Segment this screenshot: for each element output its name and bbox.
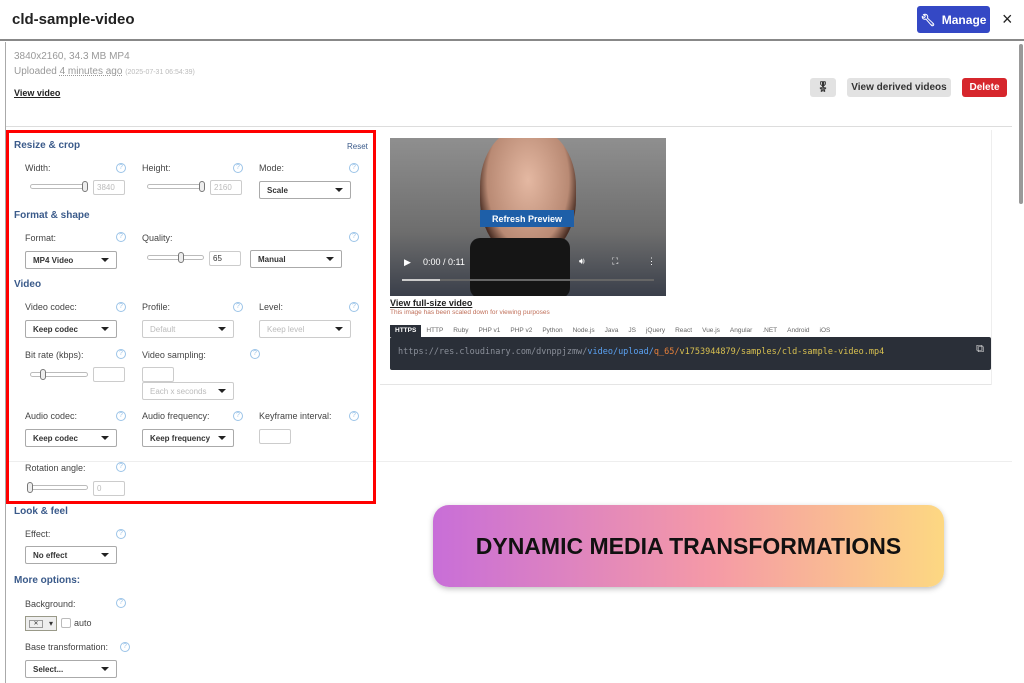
asset-dimensions: 3840x2160, 34.3 MB MP4 <box>14 51 130 62</box>
video-player[interactable]: Refresh Preview ▶ 0:00 / 0:11 🔊︎ ⛶ ⋮ <box>390 138 666 296</box>
divider <box>6 126 1012 127</box>
tab-js[interactable]: JS <box>623 325 641 337</box>
promo-banner: DYNAMIC MEDIA TRANSFORMATIONS <box>433 505 944 587</box>
uploaded-timestamp: (2025-07-31 06:54:39) <box>125 69 195 76</box>
dropdown-arrow-icon: ▾ <box>48 619 53 628</box>
video-frame-camera <box>470 238 570 296</box>
auto-label: auto <box>74 618 92 628</box>
fullscreen-icon[interactable]: ⛶ <box>612 256 618 267</box>
view-full-size-link[interactable]: View full-size video <box>390 298 472 308</box>
url-public-id: v1753944879/samples/cld-sample-video.mp4 <box>679 347 885 357</box>
scrollbar[interactable] <box>1019 44 1023 204</box>
highlight-box <box>6 130 376 504</box>
uploaded-relative: 4 minutes ago <box>59 66 123 77</box>
tab-nodejs[interactable]: Node.js <box>568 325 600 337</box>
effect-value: No effect <box>33 550 68 560</box>
url-path: video/upload/ <box>587 347 654 357</box>
tab-phpv1[interactable]: PHP v1 <box>473 325 505 337</box>
header-bar <box>0 0 1024 41</box>
base-transformation-label: Base transformation: <box>25 642 109 652</box>
tab-android[interactable]: Android <box>782 325 814 337</box>
delivery-url[interactable]: https://res.cloudinary.com/dvnppjzmw/vid… <box>390 337 991 370</box>
help-icon[interactable]: ? <box>120 642 130 652</box>
manage-label: Manage <box>941 12 987 27</box>
base-transformation-value: Select... <box>33 664 64 674</box>
auto-checkbox[interactable] <box>61 618 71 628</box>
video-time: 0:00 / 0:11 <box>423 257 465 267</box>
divider <box>991 130 992 385</box>
tab-angular[interactable]: Angular <box>725 325 757 337</box>
delete-button[interactable]: Delete <box>962 78 1007 97</box>
tab-net[interactable]: .NET <box>757 325 782 337</box>
more-options-icon[interactable]: ⋮ <box>647 256 656 267</box>
help-icon[interactable]: ? <box>116 598 126 608</box>
refresh-preview-button[interactable]: Refresh Preview <box>480 210 574 227</box>
url-base: https://res.cloudinary.com/dvnppjzmw/ <box>398 347 588 357</box>
help-icon[interactable]: ? <box>116 529 126 539</box>
close-icon[interactable]: × <box>1002 9 1013 30</box>
section-more-options: More options: <box>14 575 81 586</box>
tab-react[interactable]: React <box>670 325 697 337</box>
tab-python[interactable]: Python <box>537 325 567 337</box>
base-transformation-select[interactable]: Select... <box>25 660 117 678</box>
asset-title: cld-sample-video <box>12 11 135 28</box>
section-look-feel: Look & feel <box>14 506 68 517</box>
url-transformation: q_65/ <box>653 347 680 357</box>
tab-phpv2[interactable]: PHP v2 <box>505 325 537 337</box>
uploaded-label: Uploaded <box>14 66 57 77</box>
tab-java[interactable]: Java <box>600 325 624 337</box>
tab-ios[interactable]: iOS <box>815 325 836 337</box>
copy-icon[interactable]: ⧉ <box>976 342 984 356</box>
scaled-note: This image has been scaled down for view… <box>390 309 550 316</box>
wrench-icon: 🔧︎ <box>920 12 936 27</box>
tab-https[interactable]: HTTPS <box>390 325 422 337</box>
volume-icon[interactable]: 🔊︎ <box>579 256 585 267</box>
manage-button[interactable]: 🔧︎ Manage <box>917 6 990 33</box>
no-color-icon: ✕ <box>28 619 43 628</box>
upload-info: Uploaded 4 minutes ago (2025-07-31 06:54… <box>14 66 195 77</box>
video-progress-bar[interactable] <box>402 279 654 281</box>
effect-label: Effect: <box>25 529 51 539</box>
award-icon-button[interactable]: 🎖︎ <box>810 78 836 97</box>
divider <box>380 384 992 385</box>
play-icon[interactable]: ▶ <box>404 257 411 268</box>
background-color-picker[interactable]: ✕ ▾ <box>25 616 57 631</box>
tab-http[interactable]: HTTP <box>421 325 448 337</box>
award-icon: 🎖︎ <box>816 82 830 93</box>
effect-select[interactable]: No effect <box>25 546 117 564</box>
code-language-tabs: HTTPS HTTP Ruby PHP v1 PHP v2 Python Node.js Ja… <box>390 325 835 337</box>
background-label: Background: <box>25 599 76 609</box>
view-video-link[interactable]: View video <box>14 88 60 98</box>
tab-ruby[interactable]: Ruby <box>448 325 473 337</box>
tab-vuejs[interactable]: Vue.js <box>697 325 725 337</box>
view-derived-button[interactable]: View derived videos <box>847 78 951 97</box>
tab-jquery[interactable]: jQuery <box>641 325 670 337</box>
